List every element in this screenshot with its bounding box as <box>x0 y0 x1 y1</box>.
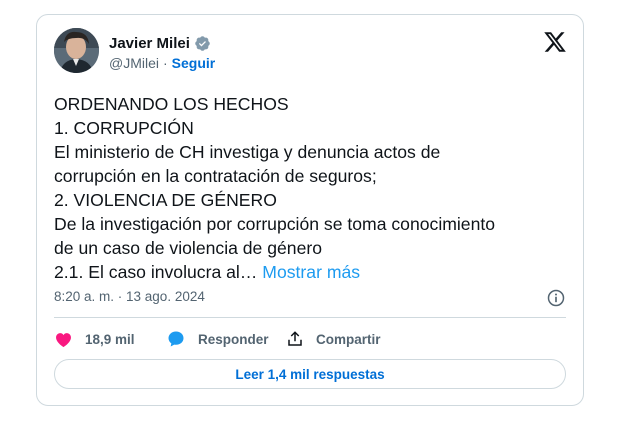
speech-bubble-icon <box>168 331 184 347</box>
handle-row: @JMilei · Seguir <box>109 55 215 71</box>
author-info: Javier Milei @JMilei · Seguir <box>109 33 215 72</box>
post-last-line: 2.1. El caso involucra al… Mostrar más <box>54 260 574 284</box>
x-logo-icon[interactable] <box>543 30 567 54</box>
post-line: corrupción en la contratación de seguros… <box>54 166 377 186</box>
divider <box>54 317 566 318</box>
share-button[interactable]: Compartir <box>286 330 381 348</box>
show-more-link[interactable]: Mostrar más <box>262 262 360 282</box>
post-line: 1. CORRUPCIÓN <box>54 118 194 138</box>
info-icon[interactable] <box>546 288 566 308</box>
heart-icon <box>56 332 71 347</box>
action-bar: 18,9 mil Responder Compartir <box>54 328 381 350</box>
post-truncated-text: 2.1. El caso involucra al… <box>54 262 258 282</box>
verified-badge-icon[interactable] <box>194 35 211 52</box>
follow-button[interactable]: Seguir <box>172 55 216 71</box>
post-card: Javier Milei @JMilei · Seguir ORDENANDO <box>36 14 584 406</box>
author-handle[interactable]: @JMilei <box>109 55 159 71</box>
post-header: Javier Milei @JMilei · Seguir <box>54 28 569 76</box>
reply-button[interactable]: Responder <box>166 329 286 349</box>
separator-dot: · <box>163 55 168 71</box>
reply-label: Responder <box>198 331 269 347</box>
post-line: de un caso de violencia de género <box>54 238 323 258</box>
post-timestamp[interactable]: 8:20 a. m. · 13 ago. 2024 <box>54 289 205 304</box>
post-line: ORDENANDO LOS HECHOS <box>54 94 289 114</box>
share-upload-icon <box>288 331 302 346</box>
post-line: El ministerio de CH investiga y denuncia… <box>54 142 441 162</box>
like-count: 18,9 mil <box>85 331 135 347</box>
author-name-row: Javier Milei <box>109 33 215 53</box>
read-replies-button[interactable]: Leer 1,4 mil respuestas <box>54 359 566 389</box>
post-text: ORDENANDO LOS HECHOS 1. CORRUPCIÓN El mi… <box>54 92 574 284</box>
post-line: De la investigación por corrupción se to… <box>54 214 496 234</box>
avatar[interactable] <box>54 28 99 73</box>
post-line: 2. VIOLENCIA DE GÉNERO <box>54 190 277 210</box>
author-name[interactable]: Javier Milei <box>109 35 190 52</box>
share-label: Compartir <box>316 331 381 347</box>
like-button[interactable]: 18,9 mil <box>54 330 166 349</box>
